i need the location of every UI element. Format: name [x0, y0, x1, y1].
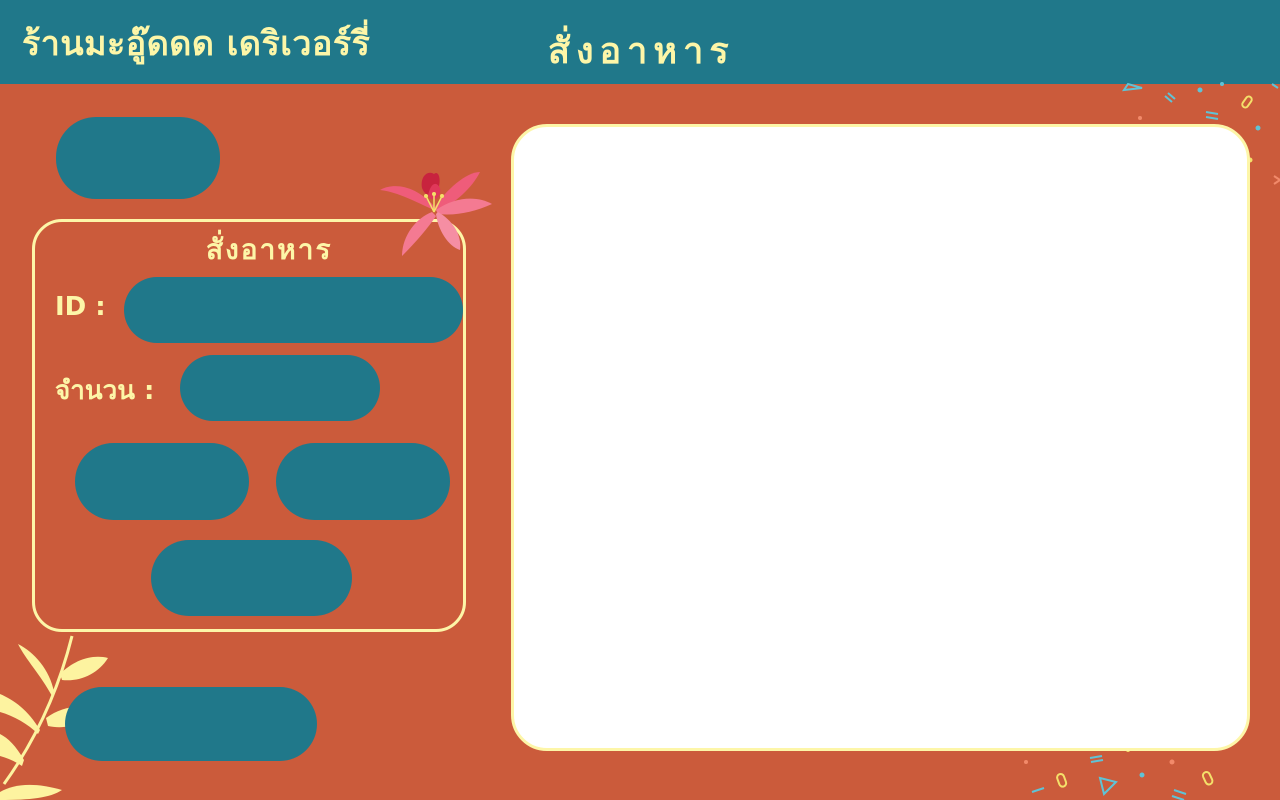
- quantity-label: จำนวน :: [55, 376, 155, 406]
- id-input[interactable]: [124, 277, 463, 343]
- top-menu-button[interactable]: [56, 117, 220, 199]
- order-action-button-right[interactable]: [276, 443, 450, 520]
- confetti-decoration-bottom: [1024, 748, 1214, 800]
- order-result-area: [511, 124, 1250, 751]
- page-title: สั่งอาหาร: [548, 31, 735, 72]
- order-action-button-left[interactable]: [75, 443, 249, 520]
- quantity-input[interactable]: [180, 355, 380, 421]
- order-form-title: สั่งอาหาร: [206, 233, 333, 266]
- pink-lily-flower-icon: [380, 172, 492, 256]
- order-action-button-center[interactable]: [151, 540, 352, 616]
- id-label: ID :: [55, 292, 106, 322]
- shop-name: ร้านมะอู๊ดดด เดริเวอร์รี่: [22, 24, 371, 64]
- bottom-menu-button[interactable]: [65, 687, 317, 761]
